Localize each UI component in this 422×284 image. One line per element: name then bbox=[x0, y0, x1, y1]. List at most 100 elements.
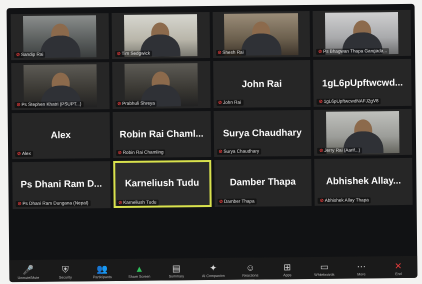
meeting-toolbar: 🎤 Unmute/Mute ⛨ Security 👥 Participants ▲ Share… bbox=[9, 255, 418, 283]
muted-mic-icon: ⊘ bbox=[318, 49, 323, 55]
participant-label-text: Ps Dhani Ram Dungana (Nepal) bbox=[22, 199, 89, 206]
toolbar-button-label: End bbox=[395, 272, 402, 277]
toolbar-button-label: Share Screen bbox=[128, 274, 151, 279]
muted-mic-icon: ⊘ bbox=[16, 101, 21, 107]
participant-name: Robin Rai Chaml... bbox=[119, 128, 204, 141]
participant-name: Karneliush Tudu bbox=[124, 178, 200, 190]
muted-mic-icon: ⊘ bbox=[218, 149, 223, 155]
participant-label: ⊘Surya Chaudhary bbox=[216, 148, 262, 156]
toolbar-button-label: Security bbox=[58, 275, 72, 280]
participant-label-text: Alex bbox=[21, 151, 31, 157]
toolbar-button-apps[interactable]: ⊞ Apps bbox=[274, 262, 300, 277]
muted-mic-icon: ⊘ bbox=[117, 100, 122, 106]
participant-tile[interactable]: Robin Rai Chaml... ⊘Robin Rai Chamling bbox=[112, 110, 211, 159]
muted-mic-icon: ⊘ bbox=[116, 51, 121, 57]
shield-icon: ⛨ bbox=[61, 264, 69, 275]
muted-mic-icon: ⊘ bbox=[217, 50, 222, 56]
toolbar-button-label: Summary bbox=[168, 274, 185, 279]
participant-label: ⊘Ps Stephen Khatri (PSUPT...) bbox=[14, 101, 84, 108]
muted-mic-icon: ⊘ bbox=[17, 151, 21, 157]
toolbar-button-label: AI Companion bbox=[201, 273, 225, 279]
participant-name: Damber Thapa bbox=[229, 177, 296, 189]
toolbar-button-whiteboards[interactable]: ▭ Whiteboards bbox=[311, 262, 337, 277]
participant-name: Alex bbox=[50, 129, 71, 142]
participant-body bbox=[241, 33, 282, 57]
toolbar-button-label: Unmute/Mute bbox=[17, 275, 40, 281]
toolbar-button-label: Reactions bbox=[242, 273, 259, 278]
toolbar-button-shield[interactable]: ⛨ Security bbox=[52, 264, 78, 280]
muted-mic-icon: ⊘ bbox=[319, 148, 324, 154]
muted-mic-icon: ⊘ bbox=[218, 99, 222, 105]
toolbar-button-label: More bbox=[357, 272, 366, 277]
participant-tile[interactable]: Ps Dhani Ram D... ⊘Ps Dhani Ram Dungana (… bbox=[12, 161, 111, 209]
participant-name: 1gL6pUpftwcwd... bbox=[322, 77, 403, 89]
toolbar-button-ai-companion[interactable]: ✦ AI Companion bbox=[200, 263, 226, 278]
toolbar-button-end[interactable]: ✕ End bbox=[385, 261, 411, 276]
participant-tile[interactable]: ⊘Tim Sedgwick bbox=[111, 12, 210, 60]
apps-icon: ⊞ bbox=[283, 262, 292, 273]
participant-label: ⊘Sandip Rai bbox=[14, 52, 46, 59]
participant-label: ⊘Ps Dhani Ram Dungana (Nepal) bbox=[15, 199, 91, 207]
participant-tile[interactable]: ⊘Ps Stephen Khatri (PSUPT...) bbox=[11, 62, 110, 110]
participant-tile[interactable]: Karneliush Tudu ⊘Karneliush Tudu bbox=[112, 160, 212, 208]
participant-name: Abhishek Allay... bbox=[325, 175, 402, 188]
more-icon: ⋯ bbox=[356, 261, 366, 272]
participant-label-text: Shesh Rai bbox=[222, 50, 244, 56]
participant-label-text: Prabhuli Shreya bbox=[122, 100, 155, 106]
participant-tile[interactable]: ⊘Jerry Rai (Aarif...) bbox=[313, 108, 413, 157]
participant-tile[interactable]: 1gL6pUpftwcwd... ⊘1gL6pUpftwcwdNAFJ2gV8 bbox=[313, 59, 412, 107]
participant-label-text: Ps Bhagwan Thapa Gangada... bbox=[323, 48, 388, 55]
participant-label: ⊘Robin Rai Chamling bbox=[115, 149, 166, 157]
participant-label: ⊘Karneliush Tudu bbox=[116, 199, 159, 206]
participant-tile[interactable]: Damber Thapa ⊘Damber Thapa bbox=[213, 159, 312, 207]
participant-label: ⊘Alex bbox=[15, 151, 33, 158]
participant-tile[interactable]: ⊘Sandip Rai bbox=[10, 13, 109, 61]
mic-icon: 🎤 bbox=[22, 264, 34, 275]
toolbar-button-more[interactable]: ⋯ More bbox=[348, 261, 374, 276]
participant-tile[interactable]: ⊘Ps Bhagwan Thapa Gangada... bbox=[312, 9, 412, 58]
end-icon: ✕ bbox=[394, 261, 403, 272]
toolbar-button-share-screen[interactable]: ▲ Share Screen bbox=[126, 264, 152, 279]
participant-label-text: 1gL6pUpftwcwdNAFJ2gV8 bbox=[323, 98, 379, 104]
toolbar-button-label: Apps bbox=[283, 273, 292, 278]
participant-tile[interactable]: John Rai ⊘John Rai bbox=[212, 60, 311, 108]
participant-tile[interactable]: ⊘Shesh Rai bbox=[212, 10, 311, 59]
toolbar-button-summary[interactable]: ▤ Summary bbox=[163, 263, 189, 278]
participant-label: ⊘Damber Thapa bbox=[217, 198, 257, 205]
participant-tile[interactable]: Alex ⊘Alex bbox=[11, 111, 110, 160]
toolbar-button-label: Participants bbox=[92, 275, 112, 280]
toolbar-button-label: Whiteboards bbox=[314, 272, 335, 277]
participants-icon: 👥 bbox=[96, 264, 108, 275]
participant-name: Ps Dhani Ram D... bbox=[20, 179, 103, 191]
participant-tile[interactable]: Abhishek Allay... ⊘Abhishek Allay Thapa bbox=[314, 158, 413, 206]
participant-label-text: Surya Chaudhary bbox=[223, 148, 260, 155]
participant-tile[interactable]: ⊘Prabhuli Shreya bbox=[111, 61, 211, 109]
participant-label: ⊘Ps Bhagwan Thapa Gangada... bbox=[316, 48, 390, 56]
participant-label: ⊘Tim Sedgwick bbox=[114, 51, 153, 58]
participant-label-text: Jerry Rai (Aarif...) bbox=[324, 147, 361, 154]
participant-name: Surya Chaudhary bbox=[222, 127, 302, 140]
muted-mic-icon: ⊘ bbox=[318, 98, 323, 104]
participant-tile[interactable]: Surya Chaudhary ⊘Surya Chaudhary bbox=[213, 109, 312, 158]
ai-companion-icon: ✦ bbox=[209, 262, 218, 274]
toolbar-button-mic[interactable]: 🎤 Unmute/Mute bbox=[15, 265, 41, 280]
participant-label: ⊘John Rai bbox=[216, 99, 244, 106]
muted-mic-icon: ⊘ bbox=[319, 197, 324, 203]
participant-label-text: Damber Thapa bbox=[223, 198, 255, 204]
muted-mic-icon: ⊘ bbox=[17, 200, 22, 206]
muted-mic-icon: ⊘ bbox=[16, 52, 20, 58]
toolbar-button-reactions[interactable]: ☺ Reactions bbox=[237, 262, 263, 278]
muted-mic-icon: ⊘ bbox=[118, 199, 123, 205]
summary-icon: ▤ bbox=[171, 263, 181, 274]
participant-label: ⊘1gL6pUpftwcwdNAFJ2gV8 bbox=[316, 98, 381, 105]
participant-label-text: Abhishek Allay Thapa bbox=[324, 196, 369, 203]
whiteboards-icon: ▭ bbox=[319, 261, 329, 272]
participant-label-text: John Rai bbox=[222, 99, 242, 105]
participant-label-text: Sandip Rai bbox=[20, 52, 44, 58]
reactions-icon: ☺ bbox=[245, 262, 255, 273]
participant-label: ⊘Abhishek Allay Thapa bbox=[317, 196, 371, 204]
participant-label-text: Tim Sedgwick bbox=[121, 51, 151, 57]
toolbar-button-participants[interactable]: 👥 Participants bbox=[89, 264, 115, 279]
muted-mic-icon: ⊘ bbox=[117, 150, 122, 156]
gallery-grid: ⊘Sandip Rai ⊘Tim Sedgwick ⊘Shesh Rai ⊘Ps Bh… bbox=[10, 9, 414, 258]
